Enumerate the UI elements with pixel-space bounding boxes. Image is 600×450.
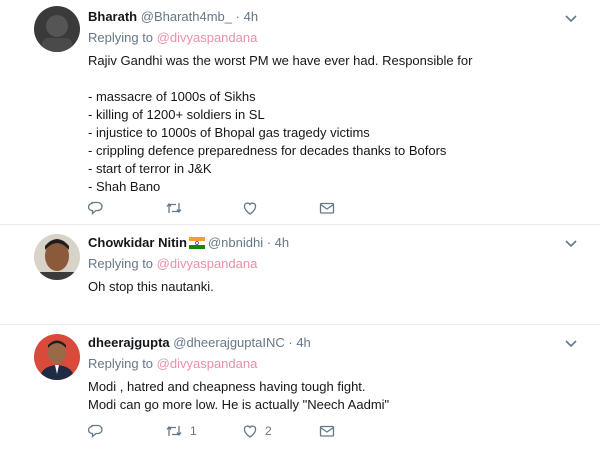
user-handle[interactable]: @dheerajguptaINC xyxy=(173,335,284,350)
reply-button[interactable] xyxy=(88,423,165,439)
mention-link[interactable]: @divyaspandana xyxy=(157,356,258,371)
timestamp[interactable]: 4h xyxy=(275,235,289,250)
tweet-header: dheerajgupta @dheerajguptaINC · 4h xyxy=(88,334,590,352)
reply-icon xyxy=(88,424,103,438)
dm-button[interactable] xyxy=(319,200,396,216)
user-handle[interactable]: @nbnidhi xyxy=(208,235,263,250)
heart-icon xyxy=(243,425,257,438)
mention-link[interactable]: @divyaspandana xyxy=(157,256,258,271)
tweet-dheeraj[interactable]: dheerajgupta @dheerajguptaINC · 4h Reply… xyxy=(0,325,600,450)
replying-label: Replying to xyxy=(88,30,154,45)
tweet-actions xyxy=(88,198,396,218)
tweet-actions: 1 2 xyxy=(88,421,396,441)
like-count: 2 xyxy=(265,424,272,438)
replying-to: Replying to @divyaspandana xyxy=(88,29,590,47)
retweet-icon xyxy=(166,425,182,437)
tweet-header: Bharath @Bharath4mb_ · 4h xyxy=(88,8,590,26)
replying-to: Replying to @divyaspandana xyxy=(88,355,590,373)
timestamp[interactable]: 4h xyxy=(296,335,310,350)
tweet-text: Modi , hatred and cheapness having tough… xyxy=(88,379,390,412)
mention-link[interactable]: @divyaspandana xyxy=(157,30,258,45)
india-flag-icon xyxy=(188,237,205,249)
avatar[interactable] xyxy=(34,234,80,280)
envelope-icon xyxy=(319,202,335,214)
separator: · xyxy=(266,235,272,250)
avatar[interactable] xyxy=(34,6,80,52)
replying-label: Replying to xyxy=(88,256,154,271)
tweet-header: Chowkidar Nitin @nbnidhi · 4h xyxy=(88,234,590,252)
retweet-button[interactable]: 1 xyxy=(165,423,242,439)
avatar[interactable] xyxy=(34,334,80,380)
replying-label: Replying to xyxy=(88,356,154,371)
chevron-down-icon[interactable] xyxy=(564,339,578,349)
dm-button[interactable] xyxy=(319,423,396,439)
separator: · xyxy=(235,9,240,24)
reply-button[interactable] xyxy=(88,200,165,216)
like-button[interactable]: 2 xyxy=(242,423,319,439)
chevron-down-icon[interactable] xyxy=(564,239,578,249)
replying-to: Replying to @divyaspandana xyxy=(88,255,590,273)
tweet-nitin[interactable]: Chowkidar Nitin @nbnidhi · 4h Replying to… xyxy=(0,225,600,325)
tweet-bharath[interactable]: Bharath @Bharath4mb_ · 4h Replying to @d… xyxy=(0,0,600,225)
user-handle[interactable]: @Bharath4mb_ xyxy=(141,9,232,24)
retweet-icon xyxy=(166,202,182,214)
retweet-button[interactable] xyxy=(165,200,242,216)
like-button[interactable] xyxy=(242,200,319,216)
chevron-down-icon[interactable] xyxy=(564,14,578,24)
tweet-text: Oh stop this nautanki. xyxy=(88,279,214,294)
tweet-text: Rajiv Gandhi was the worst PM we have ev… xyxy=(88,53,473,194)
heart-icon xyxy=(243,202,257,215)
display-name[interactable]: dheerajgupta xyxy=(88,335,170,350)
envelope-icon xyxy=(319,425,335,437)
display-name[interactable]: Chowkidar Nitin xyxy=(88,235,187,250)
reply-icon xyxy=(88,201,103,215)
separator: · xyxy=(288,335,293,350)
retweet-count: 1 xyxy=(190,424,197,438)
timestamp[interactable]: 4h xyxy=(244,9,258,24)
display-name[interactable]: Bharath xyxy=(88,9,137,24)
